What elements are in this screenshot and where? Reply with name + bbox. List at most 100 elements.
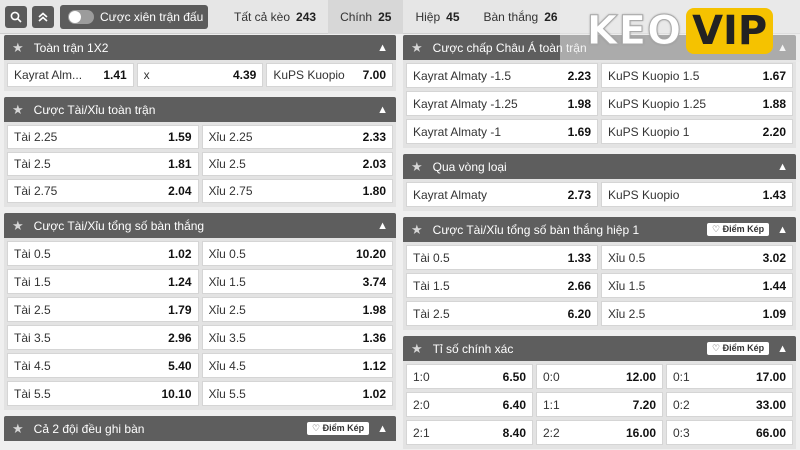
star-icon[interactable]: ★ [12,102,24,118]
odds-label: Xỉu 4.5 [208,358,246,373]
odds-cell[interactable]: Xỉu 0.5 10.20 [201,241,393,266]
star-icon[interactable]: ★ [411,222,423,238]
odds-cell[interactable]: 0:0 12.00 [536,364,663,389]
odds-cell[interactable]: Tài 2.25 1.59 [7,125,199,149]
odds-cell[interactable]: 1:1 7.20 [536,392,663,417]
odds-cell[interactable]: Tài 3.5 2.96 [7,325,199,350]
odds-cell[interactable]: Xỉu 1.5 1.44 [601,273,793,298]
odds-label: Xỉu 0.5 [208,246,246,261]
chevron-up-icon[interactable]: ▲ [377,220,388,232]
odds-label: Tài 2.75 [14,184,58,198]
star-icon[interactable]: ★ [12,218,24,234]
odds-value: 6.20 [567,306,591,321]
odds-row: 2:1 8.40 2:2 16.00 0:3 66.00 [406,420,793,445]
chevron-up-icon[interactable]: ▲ [777,224,788,236]
odds-value: 1.24 [168,274,192,289]
collapse-all-button[interactable] [32,5,54,28]
chevron-up-icon[interactable]: ▲ [377,423,388,435]
odds-cell[interactable]: 0:1 17.00 [666,364,793,389]
tab-all-markets[interactable]: Tất cả kèo 243 [222,0,328,34]
tab-goals[interactable]: Bàn thắng 26 [472,0,570,34]
parlay-toggle[interactable]: Cược xiên trận đấu [60,4,208,29]
odds-cell[interactable]: Tài 1.5 2.66 [406,273,598,298]
odds-cell[interactable]: 1:0 6.50 [406,364,533,389]
star-icon[interactable]: ★ [12,40,24,56]
odds-cell[interactable]: Tài 2.5 6.20 [406,301,598,326]
odds-cell[interactable]: Tài 0.5 1.02 [7,241,199,266]
odds-cell[interactable]: Kayrat Almaty -1.25 1.98 [406,91,598,116]
odds-cell[interactable]: Xỉu 2.5 2.03 [201,152,393,176]
right-column: ★ Cược chấp Châu Á toàn trận ▲ Kayrat Al… [403,35,796,450]
star-icon[interactable]: ★ [12,421,24,437]
odds-cell[interactable]: Xỉu 2.75 1.80 [201,179,393,203]
odds-cell[interactable]: Kayrat Alm... 1.41 [7,63,134,87]
odds-cell[interactable]: Xỉu 4.5 1.12 [201,353,393,378]
parlay-toggle-label: Cược xiên trận đấu [100,9,204,24]
chevron-up-icon[interactable]: ▲ [377,104,388,116]
odds-cell[interactable]: Tài 1.5 1.24 [7,269,199,294]
odds-value: 1.09 [762,306,786,321]
odds-label: x [143,68,150,82]
panel-header[interactable]: ★ Toàn trận 1X2 ▲ [4,35,396,60]
panel-header[interactable]: ★ Tỉ số chính xác ♡ Điểm Kép ▲ [403,336,796,361]
odds-cell[interactable]: Tài 2.5 1.79 [7,297,199,322]
panel-header[interactable]: ★ Cược Tài/Xỉu tổng số bàn thắng hiệp 1 … [403,217,796,242]
odds-row: Tài 0.5 1.02 Xỉu 0.5 10.20 [7,241,393,266]
odds-row: Tài 2.25 1.59 Xỉu 2.25 2.33 [7,125,393,149]
odds-cell[interactable]: Xỉu 3.5 1.36 [201,325,393,350]
panel-header[interactable]: ★ Cược Tài/Xỉu toàn trận ▲ [4,97,396,122]
panel-header[interactable]: ★ Qua vòng loại ▲ [403,154,796,179]
odds-row: 1:0 6.50 0:0 12.00 0:1 17.00 [406,364,793,389]
odds-cell[interactable]: Tài 5.5 10.10 [7,381,199,406]
odds-cell[interactable]: KuPS Kuopio 1.43 [601,182,793,207]
odds-cell[interactable]: Kayrat Almaty -1.5 2.23 [406,63,598,88]
chevron-up-icon[interactable]: ▲ [777,343,788,355]
logo-text-keo: KEO [586,8,683,55]
odds-cell[interactable]: 2:2 16.00 [536,420,663,445]
star-icon[interactable]: ★ [411,341,423,357]
odds-label: Kayrat Almaty -1.25 [413,96,518,111]
star-icon[interactable]: ★ [411,159,423,175]
panel-header[interactable]: ★ Cả 2 đội đều ghi bàn ♡ Điểm Kép ▲ [4,416,396,441]
odds-cell[interactable]: Xỉu 1.5 3.74 [201,269,393,294]
chevron-up-icon[interactable]: ▲ [777,161,788,173]
odds-cell[interactable]: x 4.39 [136,63,264,87]
odds-label: 1:1 [543,397,560,412]
odds-label: KuPS Kuopio [273,68,345,82]
odds-cell[interactable]: Kayrat Almaty 2.73 [406,182,598,207]
odds-cell[interactable]: Tài 2.5 1.81 [7,152,199,176]
odds-value: 1.33 [567,250,591,265]
tab-half[interactable]: Hiệp 45 [403,0,471,34]
search-button[interactable] [5,5,27,28]
chevron-up-icon[interactable]: ▲ [377,42,388,54]
odds-label: KuPS Kuopio [608,187,680,202]
odds-cell[interactable]: 2:0 6.40 [406,392,533,417]
odds-cell[interactable]: KuPS Kuopio 1 2.20 [601,119,793,144]
odds-cell[interactable]: Tài 4.5 5.40 [7,353,199,378]
odds-cell[interactable]: Tài 0.5 1.33 [406,245,598,270]
odds-value: 33.00 [755,397,786,412]
tab-count: 25 [378,9,392,24]
odds-cell[interactable]: Xỉu 2.5 1.98 [201,297,393,322]
tab-main[interactable]: Chính 25 [328,0,404,34]
odds-cell[interactable]: KuPS Kuopio 1.25 1.88 [601,91,793,116]
toggle-switch[interactable] [68,9,94,24]
odds-cell[interactable]: Xỉu 5.5 1.02 [201,381,393,406]
odds-cell[interactable]: Xỉu 2.25 2.33 [201,125,393,149]
odds-label: 0:1 [673,369,690,384]
odds-cell[interactable]: KuPS Kuopio 7.00 [266,63,394,87]
odds-value: 7.00 [362,68,387,82]
odds-cell[interactable]: Xỉu 2.5 1.09 [601,301,793,326]
odds-value: 16.00 [625,425,656,440]
odds-cell[interactable]: 2:1 8.40 [406,420,533,445]
odds-label: Xỉu 1.5 [208,274,246,289]
odds-cell[interactable]: Xỉu 0.5 3.02 [601,245,793,270]
odds-cell[interactable]: Kayrat Almaty -1 1.69 [406,119,598,144]
star-icon[interactable]: ★ [411,40,423,56]
odds-cell[interactable]: 0:2 33.00 [666,392,793,417]
odds-value: 1.59 [168,130,192,144]
panel-header[interactable]: ★ Cược Tài/Xỉu tổng số bàn thắng ▲ [4,213,396,238]
odds-cell[interactable]: KuPS Kuopio 1.5 1.67 [601,63,793,88]
odds-cell[interactable]: Tài 2.75 2.04 [7,179,199,203]
odds-cell[interactable]: 0:3 66.00 [666,420,793,445]
